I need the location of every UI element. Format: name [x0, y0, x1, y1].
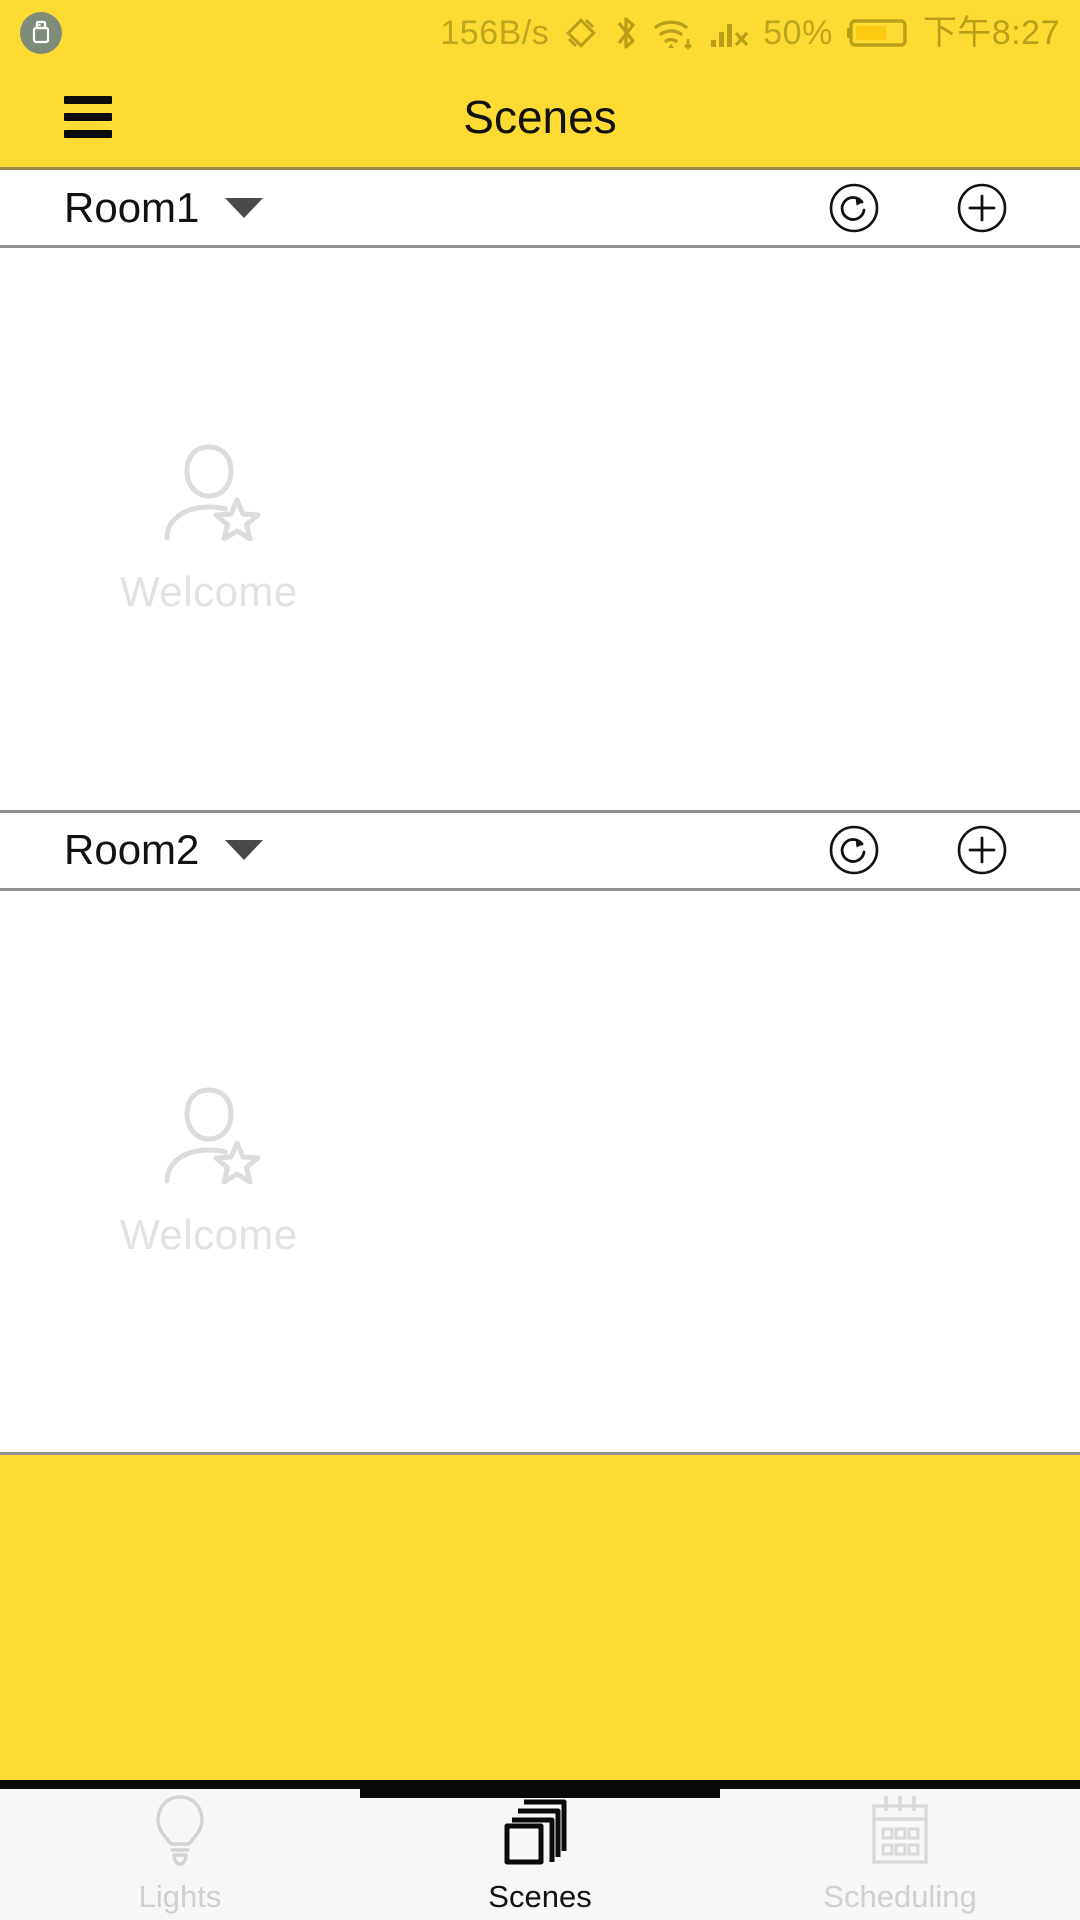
usb-icon — [20, 12, 62, 54]
empty-state-room1: Welcome — [120, 441, 298, 616]
tab-label: Scheduling — [823, 1879, 977, 1914]
tab-scheduling[interactable]: Scheduling — [720, 1780, 1080, 1920]
empty-state-room2: Welcome — [120, 1084, 298, 1259]
tab-label: Lights — [138, 1879, 222, 1914]
clock-text: 下午8:27 — [922, 14, 1060, 52]
lightbulb-icon — [149, 1793, 211, 1867]
hamburger-bar — [64, 95, 112, 104]
room-body-room2: Welcome — [0, 890, 1080, 1455]
cellular-signal-no-service-icon — [709, 16, 749, 50]
refresh-icon[interactable] — [828, 824, 880, 876]
active-tab-indicator — [360, 1780, 720, 1798]
tab-label: Scenes — [488, 1879, 592, 1914]
chevron-down-icon[interactable] — [225, 197, 264, 218]
room-actions — [828, 824, 1080, 876]
chevron-down-icon[interactable] — [225, 840, 264, 860]
wifi-icon — [653, 15, 695, 51]
plus-circle-icon[interactable] — [956, 182, 1008, 234]
plus-circle-icon[interactable] — [956, 824, 1008, 876]
room-name-label: Room2 — [64, 826, 200, 873]
user-star-icon — [153, 441, 265, 546]
bottom-tab-bar: Lights Scenes Scheduling — [0, 1780, 1080, 1920]
room-name-label: Room1 — [64, 183, 200, 231]
screen-rotation-icon — [563, 15, 599, 51]
page-title: Scenes — [463, 90, 617, 143]
calendar-icon — [864, 1793, 936, 1867]
accent-panel — [0, 1455, 1080, 1780]
room-body-room1: Welcome — [0, 248, 1080, 813]
status-bar: 156B/s 50% 下午8:27 — [0, 0, 1080, 66]
bluetooth-icon — [613, 14, 639, 52]
user-star-icon — [153, 1084, 265, 1189]
room-header-room2[interactable]: Room2 — [0, 812, 1080, 891]
status-bar-left — [20, 12, 62, 54]
app-title-bar: Scenes — [0, 66, 1080, 170]
status-bar-right: 156B/s 50% 下午8:27 — [440, 14, 1060, 52]
room-actions — [828, 182, 1080, 234]
empty-state-label: Welcome — [120, 568, 298, 616]
network-speed-text: 156B/s — [440, 14, 550, 52]
room-header-room1[interactable]: Room1 — [0, 170, 1080, 248]
stacked-cards-icon — [502, 1793, 578, 1867]
tab-scenes[interactable]: Scenes — [360, 1780, 720, 1920]
tab-lights[interactable]: Lights — [0, 1780, 360, 1920]
battery-percent-text: 50% — [763, 14, 833, 52]
hamburger-bar — [64, 129, 112, 138]
empty-state-label: Welcome — [120, 1210, 298, 1258]
scenes-content: Room1 Welcome Room2 Welcome — [0, 170, 1080, 1780]
app-screen: 156B/s 50% 下午8:27 Scenes Room1 Welcome R… — [0, 0, 1080, 1920]
battery-icon — [846, 16, 909, 50]
hamburger-menu-icon[interactable] — [64, 95, 112, 138]
refresh-icon[interactable] — [828, 182, 880, 234]
hamburger-bar — [64, 112, 112, 121]
